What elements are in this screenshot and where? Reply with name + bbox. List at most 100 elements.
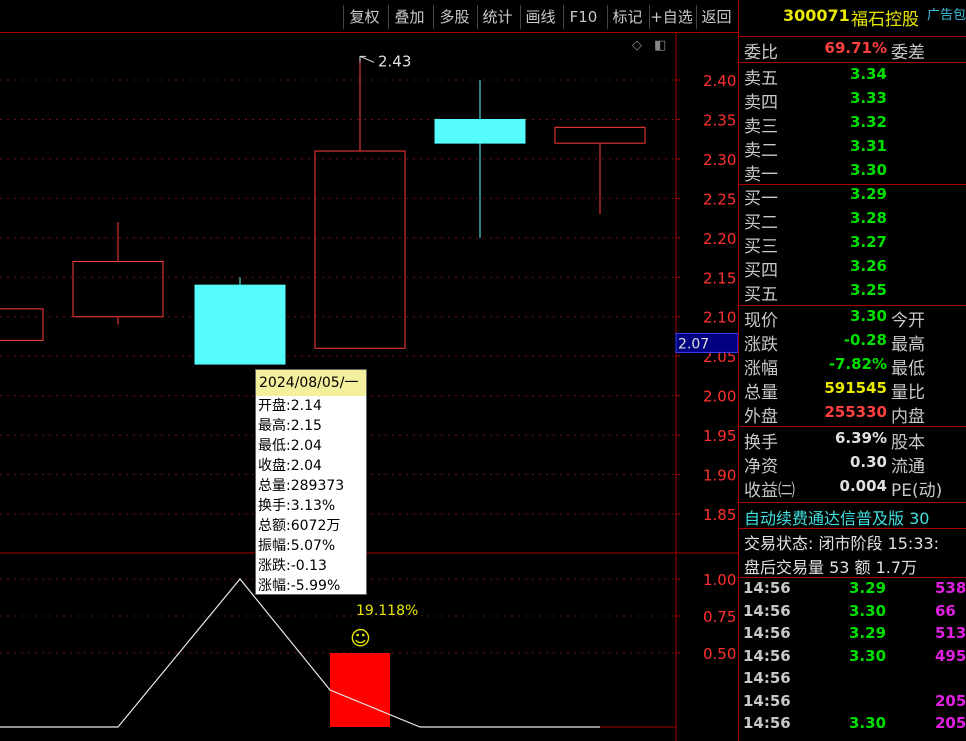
- buy-level[interactable]: 买三 3.27: [739, 232, 966, 257]
- buy-level[interactable]: 买四 3.26: [739, 256, 966, 281]
- chart-corner-icons: ◇ ◧: [632, 38, 666, 53]
- stat-row[interactable]: 换手 6.39% 股本: [739, 428, 966, 453]
- kline-chart[interactable]: 2.40 2.35 2.30 2.25 2.20 2.15 2.10 2.05 2.00 1.95…: [0, 0, 738, 741]
- chart-toolbar: 复权 叠加 多股 统计 画线 F10 标记 +自选 返回: [0, 0, 738, 33]
- tick-time: 14:56: [743, 691, 791, 710]
- tick-row[interactable]: 14:56 3.30 495: [739, 647, 966, 669]
- buy-level-value: 3.27: [849, 233, 887, 251]
- quote-row[interactable]: 外盘 255330 内盘: [739, 402, 966, 427]
- tooltip-row: 总额:6072万: [258, 518, 341, 534]
- stat-row-value: 0.30: [849, 453, 887, 471]
- tooltip-row: 总量:289373: [258, 478, 345, 494]
- indicator-line: [0, 578, 600, 728]
- tick-row[interactable]: 14:56 3.29 538: [739, 579, 966, 601]
- buy-level-value: 3.26: [849, 257, 887, 275]
- webi-row: 委比 69.71% 委差: [739, 38, 966, 63]
- sell-level[interactable]: 卖三 3.32: [739, 112, 966, 137]
- toolbar-button-8[interactable]: 返回: [696, 5, 736, 29]
- price-tick-label: 1.95: [703, 427, 736, 445]
- tick-time: 14:56: [743, 646, 791, 665]
- price-tick-label: 2.20: [703, 230, 736, 248]
- quote-row-label: 总量: [744, 383, 778, 403]
- toolbar-button-4[interactable]: 画线: [520, 5, 560, 29]
- webi-label: 委比: [744, 43, 778, 63]
- toolbar-button-5[interactable]: F10: [563, 5, 603, 29]
- tick-row[interactable]: 14:56 205: [739, 692, 966, 714]
- stat-row[interactable]: 收益㈡ 0.004 PE(动): [739, 476, 966, 501]
- quote-row-label2: 今开: [891, 311, 925, 331]
- quote-row[interactable]: 现价 3.30 今开: [739, 306, 966, 331]
- subscription-banner[interactable]: 自动续费通达信普及版 30: [744, 505, 929, 529]
- tooltip-row: 最低:2.04: [258, 438, 322, 454]
- tooltip-rows: 开盘:2.14 最高:2.15 最低:2.04 收盘:2.04 总量:289373 换手:…: [256, 396, 366, 596]
- sell-level[interactable]: 卖五 3.34: [739, 64, 966, 89]
- stat-row-label: 收益㈡: [744, 481, 795, 501]
- quote-row-label2: 量比: [891, 383, 925, 403]
- diamond-icon[interactable]: ◇: [632, 38, 642, 53]
- sell-level-value: 3.30: [849, 161, 887, 179]
- buy-level-value: 3.28: [849, 209, 887, 227]
- tick-volume: 205: [935, 691, 966, 710]
- tick-row[interactable]: 14:56: [739, 669, 966, 691]
- buy-level-value: 3.25: [849, 281, 887, 299]
- tick-time: 14:56: [743, 714, 791, 732]
- candle-body: [434, 118, 526, 144]
- tick-time: 14:56: [743, 601, 791, 620]
- tick-volume: 495: [935, 646, 966, 665]
- quote-row[interactable]: 总量 591545 量比: [739, 378, 966, 403]
- sell-level-value: 3.32: [849, 113, 887, 131]
- sell-level[interactable]: 卖一 3.30: [739, 160, 966, 185]
- toolbar-button-3[interactable]: 统计: [477, 5, 517, 29]
- buy-level-value: 3.29: [849, 185, 887, 203]
- ad-label[interactable]: 广告包: [927, 4, 966, 23]
- quote-row-label: 涨跌: [744, 335, 778, 355]
- divider: [739, 426, 966, 427]
- tick-time: 14:56: [743, 579, 791, 597]
- sell-level-label: 卖五: [744, 69, 778, 89]
- buy-level-label: 买五: [744, 285, 778, 305]
- tick-volume: 66: [935, 601, 956, 620]
- tick-row[interactable]: 14:56 3.30 205: [739, 714, 966, 736]
- sell-level[interactable]: 卖二 3.31: [739, 136, 966, 161]
- buy-level-label: 买二: [744, 213, 778, 233]
- toolbar-button-7[interactable]: +自选: [649, 5, 693, 29]
- tooltip-date: 2024/08/05/一: [256, 370, 366, 396]
- price-tick-label: 1.90: [703, 467, 736, 485]
- smiley-icon: ☺: [350, 626, 371, 650]
- tooltip-row: 换手:3.13%: [258, 498, 336, 514]
- tooltip-row: 涨幅:-5.99%: [258, 578, 341, 594]
- stock-code[interactable]: 300071: [783, 6, 850, 25]
- sell-level-value: 3.34: [849, 65, 887, 83]
- quote-row-label2: 最高: [891, 335, 925, 355]
- quote-row[interactable]: 涨幅 -7.82% 最低: [739, 354, 966, 379]
- candle-tooltip: 2024/08/05/一 开盘:2.14 最高:2.15 最低:2.04 收盘:2.0…: [255, 369, 367, 595]
- webi-value: 69.71%: [824, 39, 887, 57]
- toolbar-button-2[interactable]: 多股: [433, 5, 475, 29]
- sell-level-label: 卖三: [744, 117, 778, 137]
- buy-level[interactable]: 买二 3.28: [739, 208, 966, 233]
- tick-row[interactable]: 14:56 3.30 66: [739, 602, 966, 624]
- high-annotation: 2.43: [378, 52, 411, 70]
- buy-level[interactable]: 买一 3.29: [739, 184, 966, 209]
- tick-time: 14:56: [743, 624, 791, 642]
- buy-level[interactable]: 买五 3.25: [739, 280, 966, 305]
- sell-level-value: 3.31: [849, 137, 887, 155]
- stat-row-value: 0.004: [839, 477, 887, 495]
- candle-body: [554, 126, 646, 144]
- tick-row[interactable]: 14:56 3.29 513: [739, 624, 966, 646]
- stock-name[interactable]: 福石控股: [851, 5, 919, 30]
- toolbar-button-0[interactable]: 复权: [343, 5, 385, 29]
- indicator-tick-label: 1.00: [703, 571, 736, 589]
- sell-level[interactable]: 卖四 3.33: [739, 88, 966, 113]
- kline-svg[interactable]: 2.402.352.302.252.202.152.102.052.001.95…: [0, 0, 738, 741]
- quote-row[interactable]: 涨跌 -0.28 最高: [739, 330, 966, 355]
- quote-row-label: 现价: [744, 311, 778, 331]
- toolbar-button-1[interactable]: 叠加: [388, 5, 430, 29]
- divider: [739, 502, 966, 503]
- buy-level-label: 买四: [744, 261, 778, 281]
- window-toggle-icon[interactable]: ◧: [654, 38, 666, 53]
- tick-time: 14:56: [743, 669, 791, 687]
- quote-row-value: 255330: [824, 403, 887, 421]
- stat-row[interactable]: 净资 0.30 流通: [739, 452, 966, 477]
- toolbar-button-6[interactable]: 标记: [607, 5, 647, 29]
